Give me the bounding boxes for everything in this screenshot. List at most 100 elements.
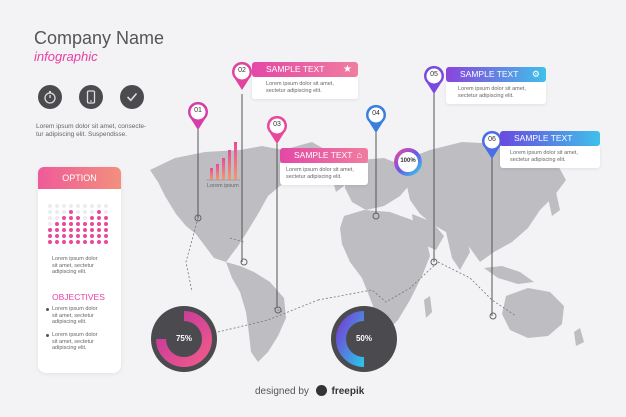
location-marker-06 xyxy=(489,312,497,320)
matrix-dot xyxy=(69,204,73,208)
matrix-dot xyxy=(83,234,87,238)
matrix-dot xyxy=(83,210,87,214)
mini-bar xyxy=(222,158,225,180)
matrix-dot xyxy=(90,240,94,244)
mini-bar xyxy=(234,142,237,180)
matrix-dot xyxy=(90,234,94,238)
matrix-dot xyxy=(90,204,94,208)
matrix-dot xyxy=(83,240,87,244)
mini-bar xyxy=(210,168,213,180)
pin-number-label: 01 xyxy=(194,107,202,114)
matrix-dot xyxy=(55,222,59,226)
bullet-dot xyxy=(46,334,49,337)
matrix-dot xyxy=(97,222,101,226)
matrix-dot xyxy=(69,240,73,244)
matrix-dot xyxy=(76,222,80,226)
card-header: SAMPLE TEXT ★ xyxy=(252,62,358,77)
mini-bar xyxy=(216,164,219,180)
matrix-dot xyxy=(69,222,73,226)
matrix-dot xyxy=(62,210,66,214)
donut-right-label: 50% xyxy=(355,334,372,343)
objective-item-1: Lorem ipsum dolor sit amet, sectetur adi… xyxy=(52,306,98,325)
madagascar-shape xyxy=(424,296,432,318)
pin-number-label: 03 xyxy=(273,121,281,128)
matrix-dot xyxy=(55,240,59,244)
matrix-dot xyxy=(55,204,59,208)
matrix-dot xyxy=(62,216,66,220)
home-icon: ⌂ xyxy=(356,150,362,160)
pin-number-label: 04 xyxy=(372,110,380,117)
matrix-dot xyxy=(48,228,52,232)
sample-card-06: SAMPLE TEXT Lorem ipsum dolor sit amet, … xyxy=(500,131,600,168)
matrix-dot xyxy=(62,222,66,226)
matrix-dot xyxy=(69,234,73,238)
gear-icon: ⚙ xyxy=(531,69,540,79)
matrix-dot xyxy=(48,222,52,226)
matrix-dot xyxy=(90,210,94,214)
matrix-dot xyxy=(83,216,87,220)
map-pin-04: 04 xyxy=(365,104,387,139)
sample-card-05: SAMPLE TEXT ⚙ Lorem ipsum dolor sit amet… xyxy=(446,67,546,104)
star-icon: ★ xyxy=(343,64,352,75)
matrix-dot xyxy=(48,210,52,214)
matrix-dot xyxy=(76,204,80,208)
matrix-dot xyxy=(83,204,87,208)
matrix-dot xyxy=(62,234,66,238)
card-header: SAMPLE TEXT ⚙ xyxy=(446,67,546,82)
australia-shape xyxy=(502,288,564,338)
option-panel-text: Lorem ipsum dolor sit amet, sectetur adi… xyxy=(52,256,98,275)
matrix-dot xyxy=(104,216,108,220)
footer-credit: designed by freepik xyxy=(255,385,365,397)
matrix-dot xyxy=(83,222,87,226)
map-pin-01: 01 xyxy=(187,101,209,136)
matrix-dot xyxy=(48,204,52,208)
matrix-dot xyxy=(55,234,59,238)
matrix-dot xyxy=(48,240,52,244)
option-panel-header: OPTION xyxy=(38,167,121,189)
map-pin-02: 02 xyxy=(231,61,253,96)
matrix-dot xyxy=(104,222,108,226)
objectives-title: OBJECTIVES xyxy=(52,292,105,302)
matrix-dot xyxy=(104,204,108,208)
pin-number-label: 02 xyxy=(238,67,246,74)
matrix-dot xyxy=(104,228,108,232)
matrix-dot xyxy=(76,234,80,238)
matrix-dot xyxy=(104,234,108,238)
matrix-dot xyxy=(55,228,59,232)
sample-card-02: SAMPLE TEXT ★ Lorem ipsum dolor sit amet… xyxy=(252,62,358,99)
mini-chart-label: Lorem ipsum xyxy=(207,183,239,189)
matrix-dot xyxy=(76,210,80,214)
matrix-dot xyxy=(76,216,80,220)
matrix-dot xyxy=(62,204,66,208)
matrix-dot xyxy=(90,222,94,226)
matrix-dot xyxy=(97,216,101,220)
card-header: SAMPLE TEXT xyxy=(500,131,600,146)
card-header: SAMPLE TEXT ⌂ xyxy=(280,148,368,163)
donut-small-label: 100% xyxy=(400,158,416,164)
matrix-dot xyxy=(83,228,87,232)
matrix-dot xyxy=(55,216,59,220)
map-pin-03: 03 xyxy=(266,115,288,150)
dot-matrix-chart xyxy=(48,204,108,244)
freepik-logo-icon xyxy=(315,385,327,396)
matrix-dot xyxy=(76,228,80,232)
matrix-dot xyxy=(48,234,52,238)
pin-number-label: 05 xyxy=(430,71,438,78)
matrix-dot xyxy=(104,210,108,214)
matrix-dot xyxy=(76,240,80,244)
matrix-dot xyxy=(69,216,73,220)
map-pin-05: 05 xyxy=(423,65,445,100)
matrix-dot xyxy=(90,216,94,220)
matrix-dot xyxy=(104,240,108,244)
mini-bar xyxy=(228,150,231,180)
matrix-dot xyxy=(97,240,101,244)
matrix-dot xyxy=(90,228,94,232)
matrix-dot xyxy=(62,228,66,232)
matrix-dot xyxy=(97,204,101,208)
objective-item-2: Lorem ipsum dolor sit amet, sectetur adi… xyxy=(52,332,98,351)
matrix-dot xyxy=(62,240,66,244)
matrix-dot xyxy=(97,228,101,232)
matrix-dot xyxy=(97,210,101,214)
donut-left-label: 75% xyxy=(175,334,192,343)
new-zealand-shape xyxy=(574,328,584,346)
